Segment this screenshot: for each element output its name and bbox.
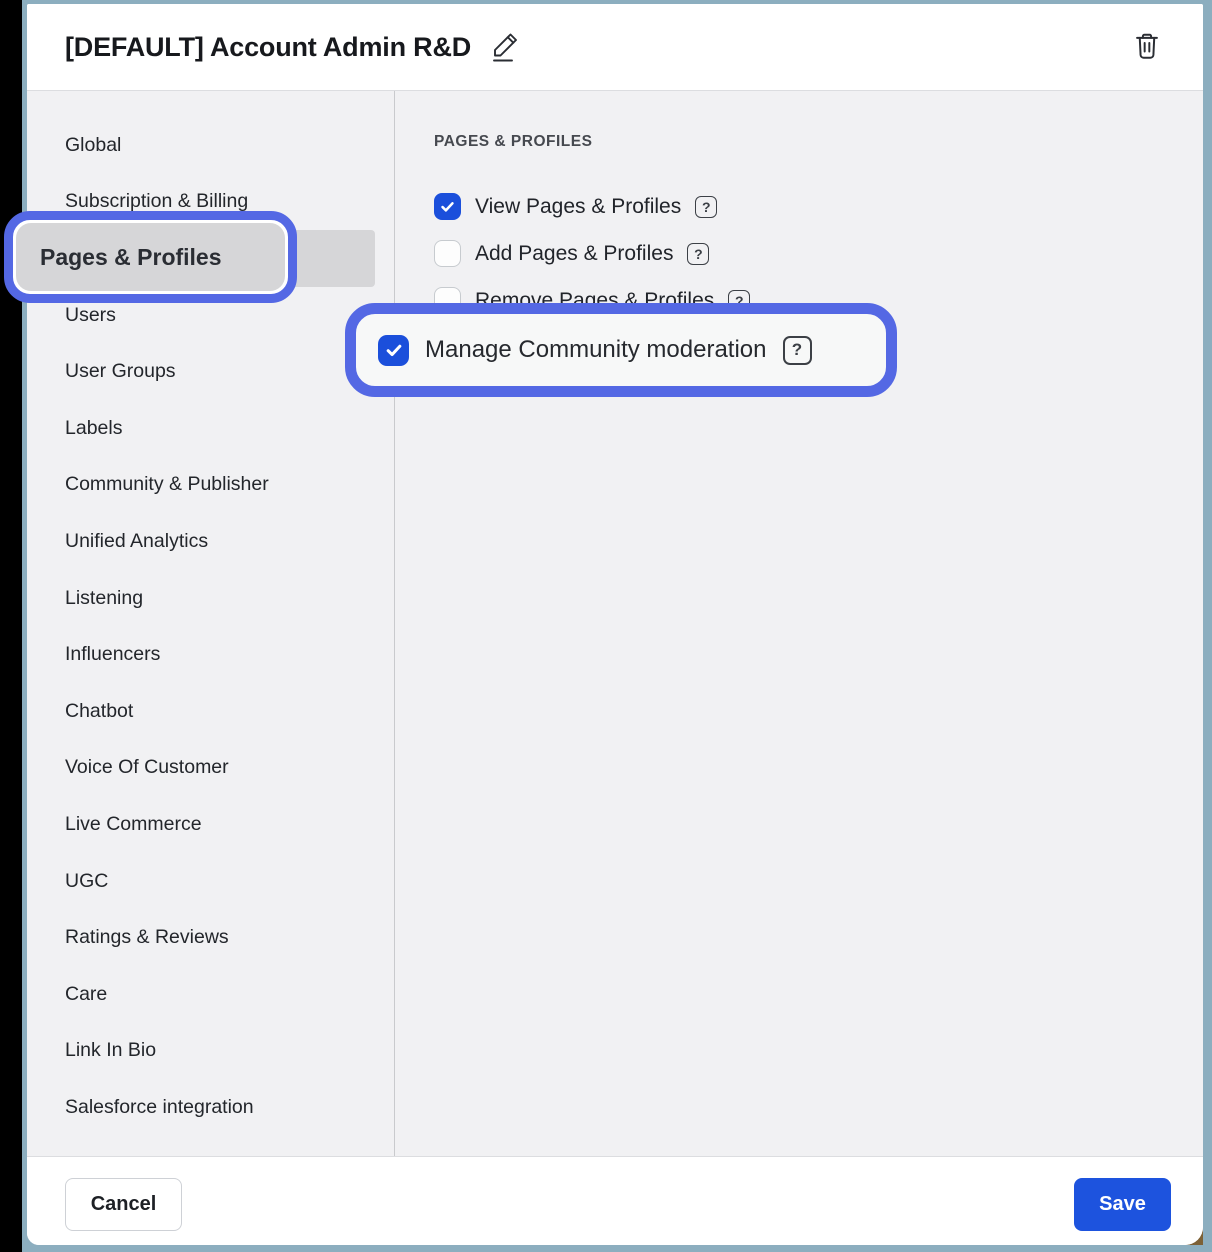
modal-footer: Cancel Save <box>27 1156 1203 1245</box>
sidebar-item-community-publisher[interactable]: Community & Publisher <box>27 457 394 514</box>
sidebar-item-ratings-reviews[interactable]: Ratings & Reviews <box>27 909 394 966</box>
sidebar-item-global[interactable]: Global <box>27 117 394 174</box>
sidebar-item-salesforce-integration[interactable]: Salesforce integration <box>27 1079 394 1136</box>
sidebar-item-unified-analytics[interactable]: Unified Analytics <box>27 513 394 570</box>
sidebar-item-live-commerce[interactable]: Live Commerce <box>27 796 394 853</box>
sidebar-item-listening[interactable]: Listening <box>27 570 394 627</box>
cancel-button[interactable]: Cancel <box>65 1178 182 1231</box>
checkmark-icon <box>439 198 456 215</box>
sidebar-item-care[interactable]: Care <box>27 966 394 1023</box>
section-title: PAGES & PROFILES <box>434 133 592 151</box>
permission-label: Manage Community moderation <box>425 336 767 364</box>
add-pages-profiles-checkbox[interactable] <box>434 240 461 267</box>
background-left-strip <box>0 0 22 1252</box>
permissions-panel: PAGES & PROFILES View Pages & Profiles ?… <box>395 91 1203 1156</box>
sidebar-item-chatbot[interactable]: Chatbot <box>27 683 394 740</box>
annotation-highlight-manage-community-moderation: Manage Community moderation ? <box>345 303 897 397</box>
annotation-highlight-pages-profiles: Pages & Profiles <box>4 211 297 303</box>
sidebar-item-link-in-bio[interactable]: Link In Bio <box>27 1023 394 1080</box>
question-mark-icon[interactable]: ? <box>687 243 709 265</box>
sidebar-item-voice-of-customer[interactable]: Voice Of Customer <box>27 740 394 797</box>
question-mark-icon[interactable]: ? <box>695 196 717 218</box>
pencil-line-icon[interactable] <box>489 30 521 64</box>
permission-row-add-pages-profiles: Add Pages & Profiles ? <box>434 240 709 267</box>
save-button[interactable]: Save <box>1074 1178 1171 1231</box>
permission-label: View Pages & Profiles <box>475 195 681 219</box>
sidebar-item-labels[interactable]: Labels <box>27 400 394 457</box>
annotation-pages-profiles-label: Pages & Profiles <box>16 223 285 291</box>
sidebar-item-influencers[interactable]: Influencers <box>27 626 394 683</box>
checkmark-icon <box>384 340 404 360</box>
role-permissions-modal: [DEFAULT] Account Admin R&D Global Subsc… <box>27 4 1203 1245</box>
modal-header: [DEFAULT] Account Admin R&D <box>27 4 1203 91</box>
view-pages-profiles-checkbox[interactable] <box>434 193 461 220</box>
manage-community-moderation-checkbox[interactable] <box>378 335 409 366</box>
permission-row-view-pages-profiles: View Pages & Profiles ? <box>434 193 717 220</box>
trash-icon[interactable] <box>1133 32 1161 63</box>
sidebar-item-user-groups[interactable]: User Groups <box>27 343 394 400</box>
permission-label: Add Pages & Profiles <box>475 242 673 266</box>
question-mark-icon[interactable]: ? <box>783 336 812 365</box>
sidebar-item-ugc[interactable]: UGC <box>27 853 394 910</box>
page-title: [DEFAULT] Account Admin R&D <box>65 32 471 63</box>
